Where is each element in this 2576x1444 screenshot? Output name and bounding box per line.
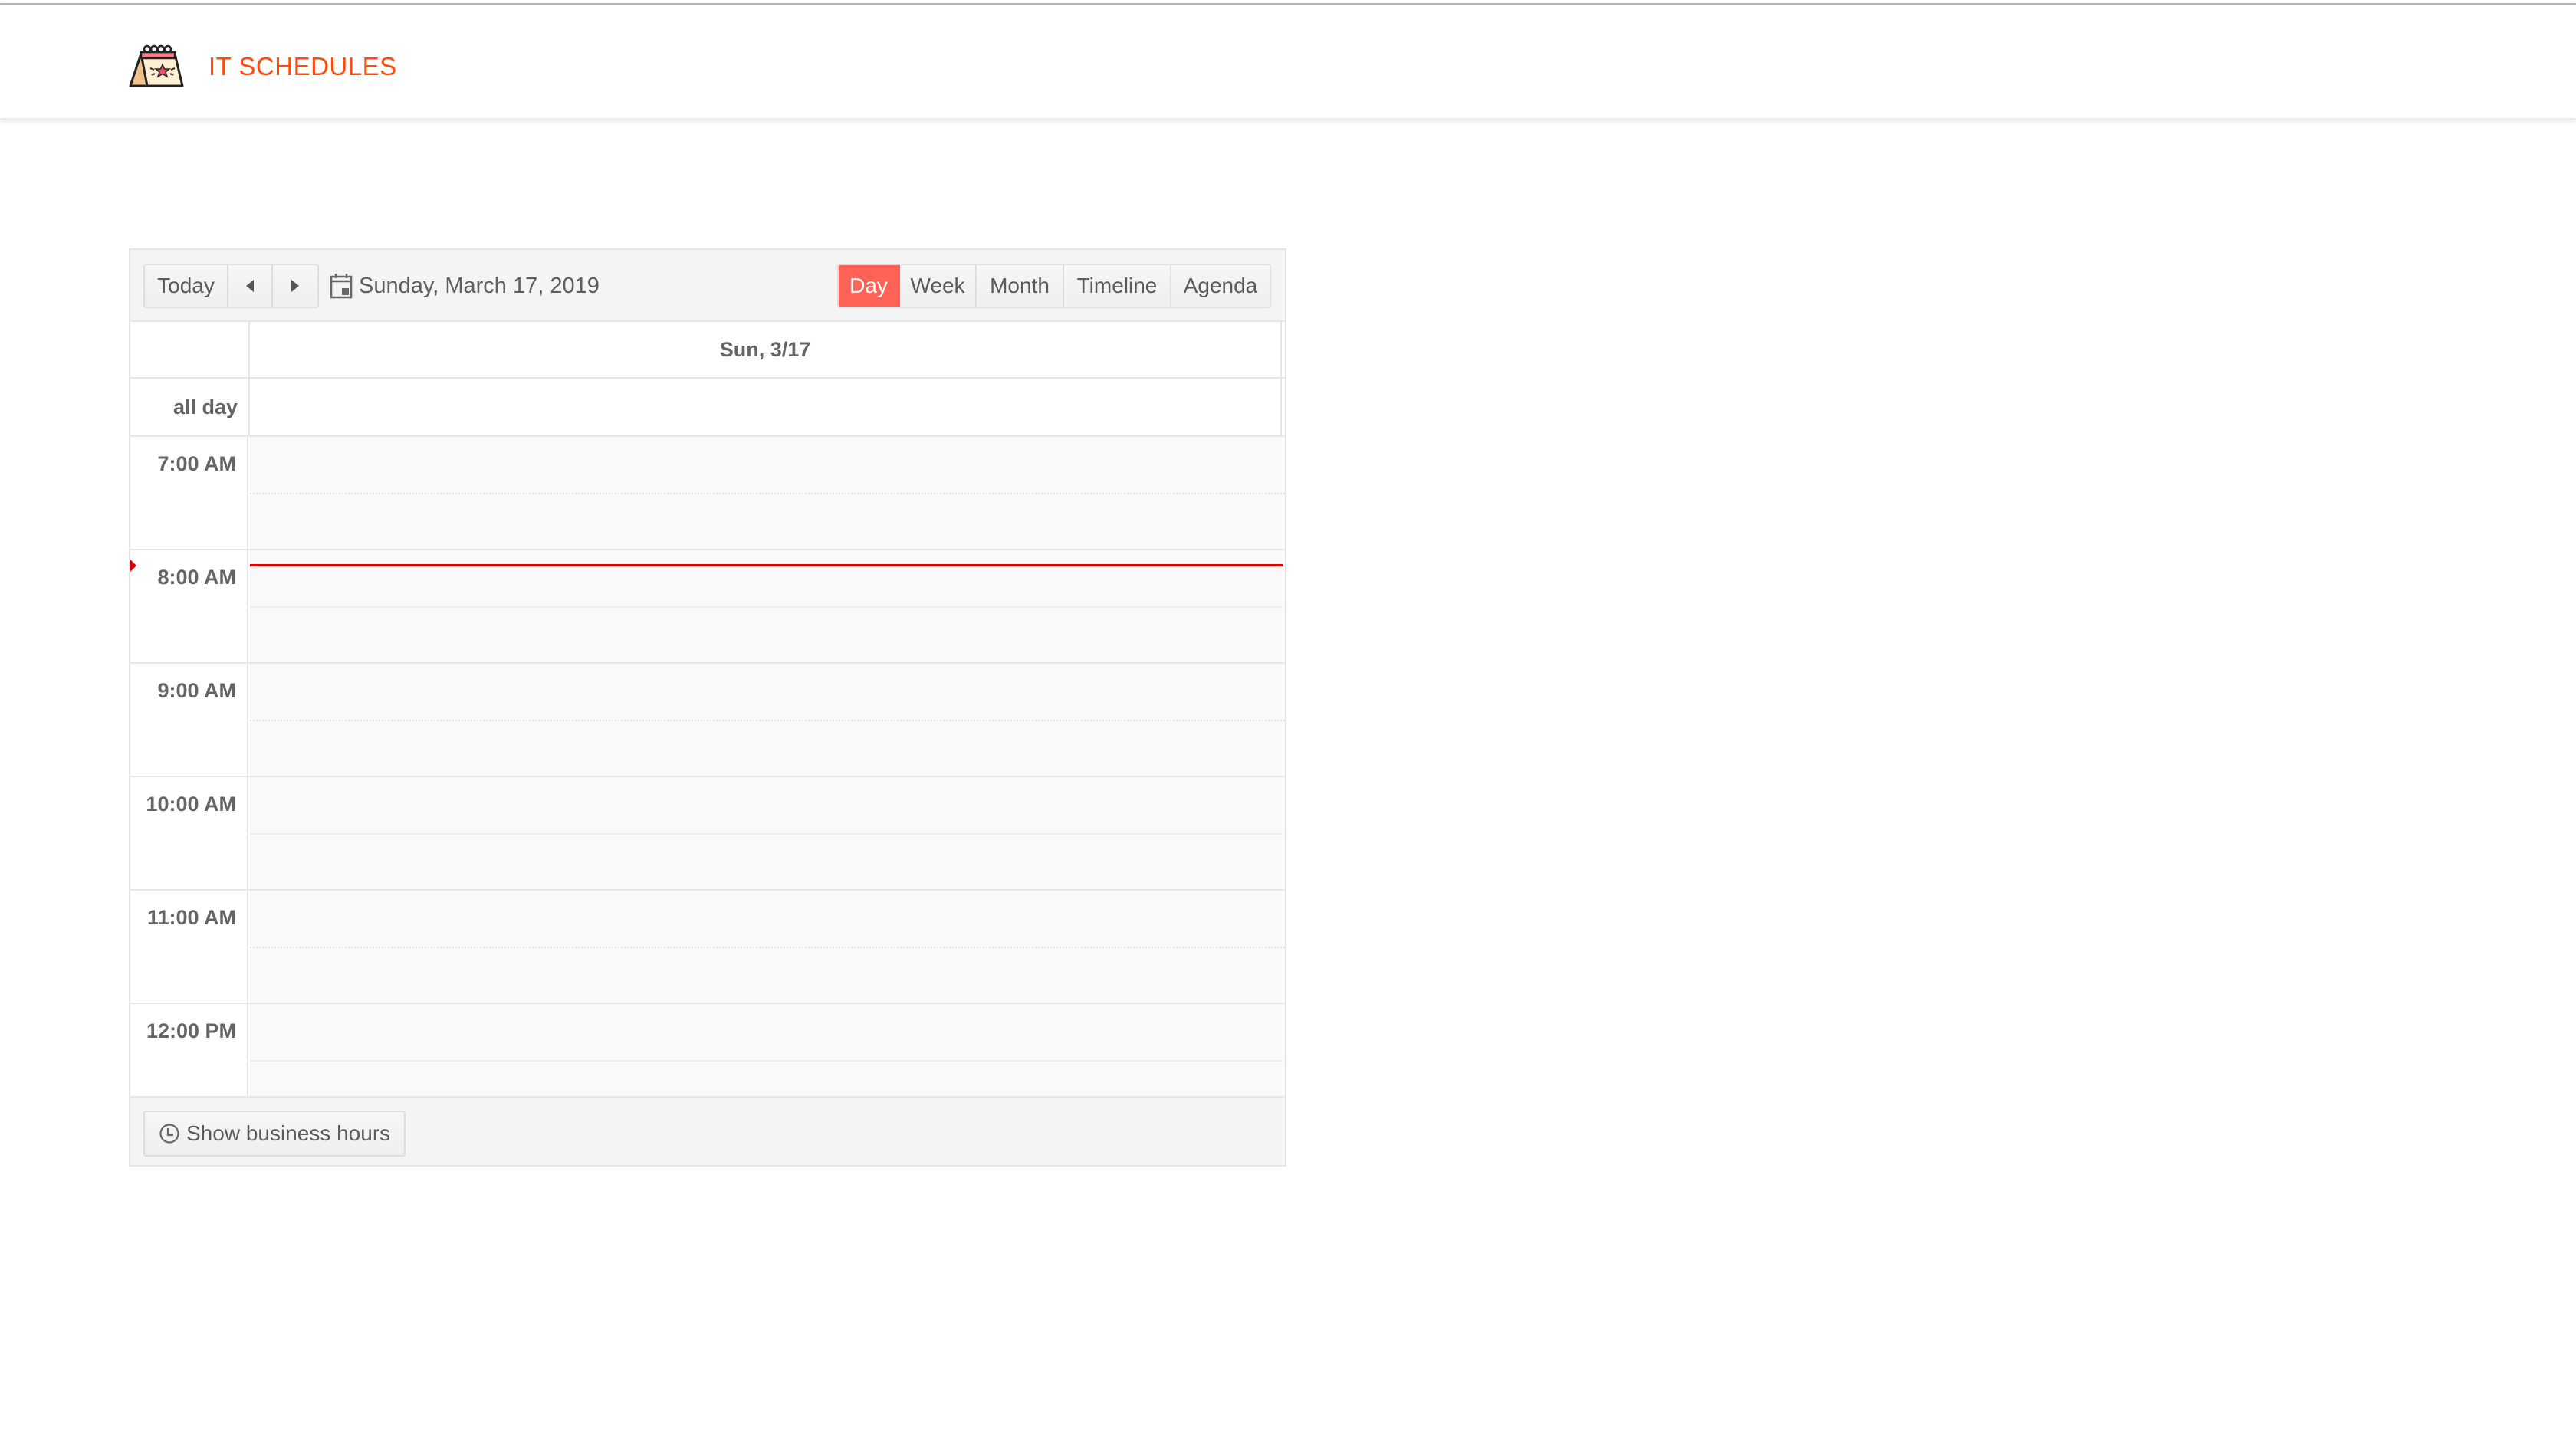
time-label: 10:00 AM: [146, 793, 236, 816]
all-day-row: all day: [130, 379, 1285, 437]
time-label-cell: 12:00 PM: [130, 1004, 248, 1096]
time-slot-cell[interactable]: [250, 1004, 1285, 1096]
hour-row: 10:00 AM: [130, 777, 1285, 891]
previous-button[interactable]: [228, 265, 273, 307]
show-business-hours-button[interactable]: Show business hours: [143, 1111, 406, 1157]
time-slot-cell[interactable]: [250, 550, 1285, 662]
calendar-star-icon: [129, 44, 184, 87]
day-column-header[interactable]: Sun, 3/17: [250, 322, 1282, 377]
view-switcher: Day Week Month Timeline Agenda: [837, 264, 1271, 308]
all-day-label-cell: all day: [130, 379, 250, 435]
scheduler-toolbar: Today Sunday, March 17, 2019 Day Week Mo…: [130, 250, 1285, 322]
time-label: 8:00 AM: [157, 566, 236, 589]
half-hour-divider: [250, 493, 1285, 494]
date-header-row: Sun, 3/17: [130, 322, 1285, 379]
time-slots: 7:00 AM 8:00 AM 9:00 AM 10:00 AM 11:00 A…: [130, 437, 1285, 1096]
time-label-cell: 10:00 AM: [130, 777, 248, 889]
half-hour-divider: [250, 833, 1285, 835]
calendar-icon: [330, 274, 353, 299]
half-hour-divider: [250, 720, 1285, 721]
time-slot-cell[interactable]: [250, 437, 1285, 549]
all-day-label: all day: [172, 395, 238, 418]
caret-right-icon: [291, 280, 299, 292]
half-hour-divider: [250, 1060, 1285, 1062]
view-tab-month[interactable]: Month: [977, 265, 1064, 307]
time-slot-cell[interactable]: [250, 664, 1285, 776]
time-label-cell: 7:00 AM: [130, 437, 248, 549]
navigation-button-group: Today: [143, 264, 319, 308]
time-label: 12:00 PM: [146, 1019, 236, 1042]
hour-row: 8:00 AM: [130, 550, 1285, 664]
view-tab-agenda[interactable]: Agenda: [1171, 265, 1270, 307]
time-label: 9:00 AM: [157, 679, 236, 702]
hour-row: 12:00 PM: [130, 1004, 1285, 1096]
current-date-label: Sunday, March 17, 2019: [359, 273, 600, 298]
time-label: 11:00 AM: [146, 906, 236, 929]
time-label-cell: 11:00 AM: [130, 891, 248, 1003]
time-label-cell: 8:00 AM: [130, 550, 248, 662]
app-header: IT SCHEDULES: [0, 5, 2576, 120]
view-tab-timeline[interactable]: Timeline: [1064, 265, 1171, 307]
clock-icon: [159, 1124, 179, 1144]
show-business-hours-label: Show business hours: [186, 1121, 391, 1145]
hour-row: 11:00 AM: [130, 891, 1285, 1004]
next-button[interactable]: [273, 265, 317, 307]
caret-left-icon: [246, 280, 254, 292]
time-label: 7:00 AM: [157, 452, 236, 475]
today-button[interactable]: Today: [145, 265, 228, 307]
time-label-cell: 9:00 AM: [130, 664, 248, 776]
scheduler: Today Sunday, March 17, 2019 Day Week Mo…: [129, 248, 1286, 1167]
current-time-arrow-icon: [130, 560, 136, 572]
time-header-corner: [130, 322, 250, 377]
time-slot-cell[interactable]: [250, 891, 1285, 1003]
current-time-indicator: [250, 564, 1283, 566]
time-slot-cell[interactable]: [250, 777, 1285, 889]
date-picker[interactable]: Sunday, March 17, 2019: [330, 265, 600, 307]
hour-row: 7:00 AM: [130, 437, 1285, 550]
app-title[interactable]: IT SCHEDULES: [209, 51, 397, 83]
view-tab-week[interactable]: Week: [900, 265, 977, 307]
scheduler-footer: Show business hours: [130, 1096, 1285, 1165]
hour-row: 9:00 AM: [130, 664, 1285, 777]
day-view-grid: Sun, 3/17 all day 7:00 AM 8:00 AM 9:00 A…: [130, 322, 1285, 1096]
all-day-slot[interactable]: [250, 379, 1282, 435]
view-tab-day[interactable]: Day: [839, 265, 900, 307]
half-hour-divider: [250, 947, 1285, 948]
half-hour-divider: [250, 606, 1285, 608]
